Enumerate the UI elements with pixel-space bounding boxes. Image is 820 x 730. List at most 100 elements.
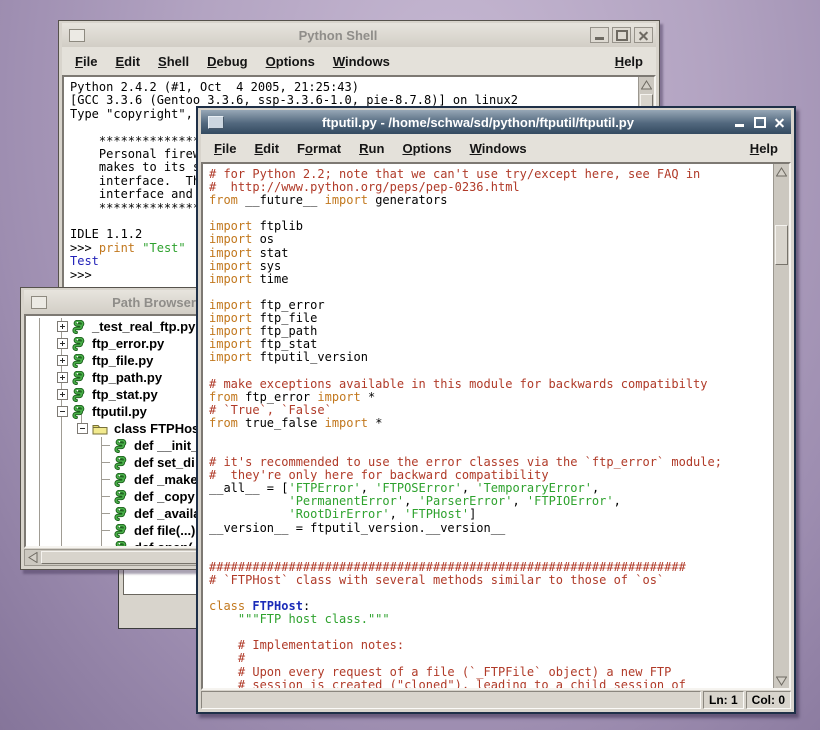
editor-title: ftputil.py - /home/schwa/sd/python/ftput… <box>228 115 728 130</box>
minimize-button[interactable] <box>590 27 609 43</box>
text-line: # Implementation notes: <box>209 639 774 652</box>
scroll-up-icon[interactable] <box>639 77 654 92</box>
minimize-button[interactable] <box>731 115 748 129</box>
python-icon <box>114 507 128 521</box>
python-icon <box>114 490 128 504</box>
tree-item-label: def _make <box>134 472 198 487</box>
menu-windows[interactable]: Windows <box>461 141 536 156</box>
tree-item-label: def _copy <box>134 489 195 504</box>
text-line <box>209 430 774 443</box>
scroll-thumb[interactable] <box>775 225 788 265</box>
expand-icon[interactable] <box>57 372 68 383</box>
scroll-down-icon[interactable] <box>774 673 789 688</box>
menu-edit[interactable]: Edit <box>106 54 149 69</box>
python-icon <box>114 541 128 549</box>
text-line: # `FTPHost` class with several methods s… <box>209 574 774 587</box>
minimize-icon <box>595 37 604 40</box>
statusbar-spacer <box>201 691 701 709</box>
tree-item-label: ftp_error.py <box>92 336 164 351</box>
menu-file[interactable]: File <box>205 141 245 156</box>
menu-options[interactable]: Options <box>393 141 460 156</box>
close-icon <box>774 117 785 128</box>
close-button[interactable] <box>634 27 653 43</box>
shell-menubar: FileEditShellDebugOptionsWindows Help <box>62 47 656 75</box>
python-icon <box>72 371 86 385</box>
tree-item-label: def open(... <box>134 540 203 548</box>
text-line <box>209 535 774 548</box>
shell-title: Python Shell <box>89 28 587 43</box>
text-line: import time <box>209 273 774 286</box>
menu-options[interactable]: Options <box>257 54 324 69</box>
maximize-icon <box>754 117 766 128</box>
text-line: from __future__ import generators <box>209 194 774 207</box>
menu-shell[interactable]: Shell <box>149 54 198 69</box>
text-line: Python 2.4.2 (#1, Oct 4 2005, 21:25:43) <box>70 81 639 94</box>
window-icon <box>69 29 85 42</box>
tree-item-label: ftputil.py <box>92 404 147 419</box>
scroll-up-icon[interactable] <box>774 164 789 179</box>
tree-item-label: ftp_path.py <box>92 370 162 385</box>
window-icon <box>31 296 47 309</box>
expand-icon[interactable] <box>57 338 68 349</box>
text-line: # session is created ("cloned"), leading… <box>209 679 774 688</box>
tree-item-label: def __init_ <box>134 438 198 453</box>
text-line: """FTP host class.""" <box>209 613 774 626</box>
text-line: import stat <box>209 247 774 260</box>
collapse-icon[interactable] <box>77 423 88 434</box>
editor-menubar: FileEditFormatRunOptionsWindows Help <box>201 134 791 162</box>
scroll-left-icon[interactable] <box>25 550 40 565</box>
line-indicator: Ln: 1 <box>703 691 744 709</box>
python-icon <box>72 405 86 419</box>
editor-titlebar[interactable]: ftputil.py - /home/schwa/sd/python/ftput… <box>201 110 791 134</box>
menu-format[interactable]: Format <box>288 141 350 156</box>
text-line: import ftplib <box>209 220 774 233</box>
maximize-button[interactable] <box>612 27 631 43</box>
text-line: import os <box>209 233 774 246</box>
text-line: __version__ = ftputil_version.__version_… <box>209 522 774 535</box>
editor-statusbar: Ln: 1 Col: 0 <box>201 691 791 709</box>
python-icon <box>72 337 86 351</box>
menu-windows[interactable]: Windows <box>324 54 399 69</box>
menu-help[interactable]: Help <box>606 54 652 69</box>
tree-item-label: _test_real_ftp.py <box>92 319 195 334</box>
tree-item-label: class FTPHost <box>114 421 204 436</box>
tree-item-label: def file(...) <box>134 523 195 538</box>
tree-item-label: ftp_file.py <box>92 353 153 368</box>
editor-window: ftputil.py - /home/schwa/sd/python/ftput… <box>196 106 796 714</box>
minimize-icon <box>735 124 744 127</box>
menu-help[interactable]: Help <box>741 141 787 156</box>
shell-titlebar[interactable]: Python Shell <box>62 23 656 47</box>
text-line: import sys <box>209 260 774 273</box>
scroll-trough[interactable] <box>774 179 789 673</box>
window-icon <box>208 116 224 129</box>
python-icon <box>72 388 86 402</box>
collapse-icon[interactable] <box>57 406 68 417</box>
column-indicator: Col: 0 <box>746 691 791 709</box>
tree-guide-line <box>101 547 110 548</box>
python-icon <box>114 456 128 470</box>
maximize-icon <box>616 30 628 41</box>
maximize-button[interactable] <box>751 115 768 129</box>
python-icon <box>114 439 128 453</box>
python-icon <box>72 354 86 368</box>
expand-icon[interactable] <box>57 389 68 400</box>
tree-item-label: ftp_stat.py <box>92 387 158 402</box>
expand-icon[interactable] <box>57 321 68 332</box>
editor-text-area[interactable]: # for Python 2.2; note that we can't use… <box>201 162 791 690</box>
text-line: import ftputil_version <box>209 351 774 364</box>
menu-edit[interactable]: Edit <box>245 141 288 156</box>
menu-file[interactable]: File <box>66 54 106 69</box>
text-line: from true_false import * <box>209 417 774 430</box>
tree-item-label: def set_di <box>134 455 195 470</box>
menu-debug[interactable]: Debug <box>198 54 256 69</box>
editor-code: # for Python 2.2; note that we can't use… <box>203 164 774 688</box>
folder-icon <box>92 422 108 435</box>
close-icon <box>638 30 649 41</box>
editor-vscrollbar[interactable] <box>773 164 789 688</box>
expand-icon[interactable] <box>57 355 68 366</box>
python-icon <box>114 524 128 538</box>
menu-run[interactable]: Run <box>350 141 393 156</box>
tree-item-label: def _availa <box>134 506 201 521</box>
python-icon <box>72 320 86 334</box>
close-button[interactable] <box>771 115 788 129</box>
